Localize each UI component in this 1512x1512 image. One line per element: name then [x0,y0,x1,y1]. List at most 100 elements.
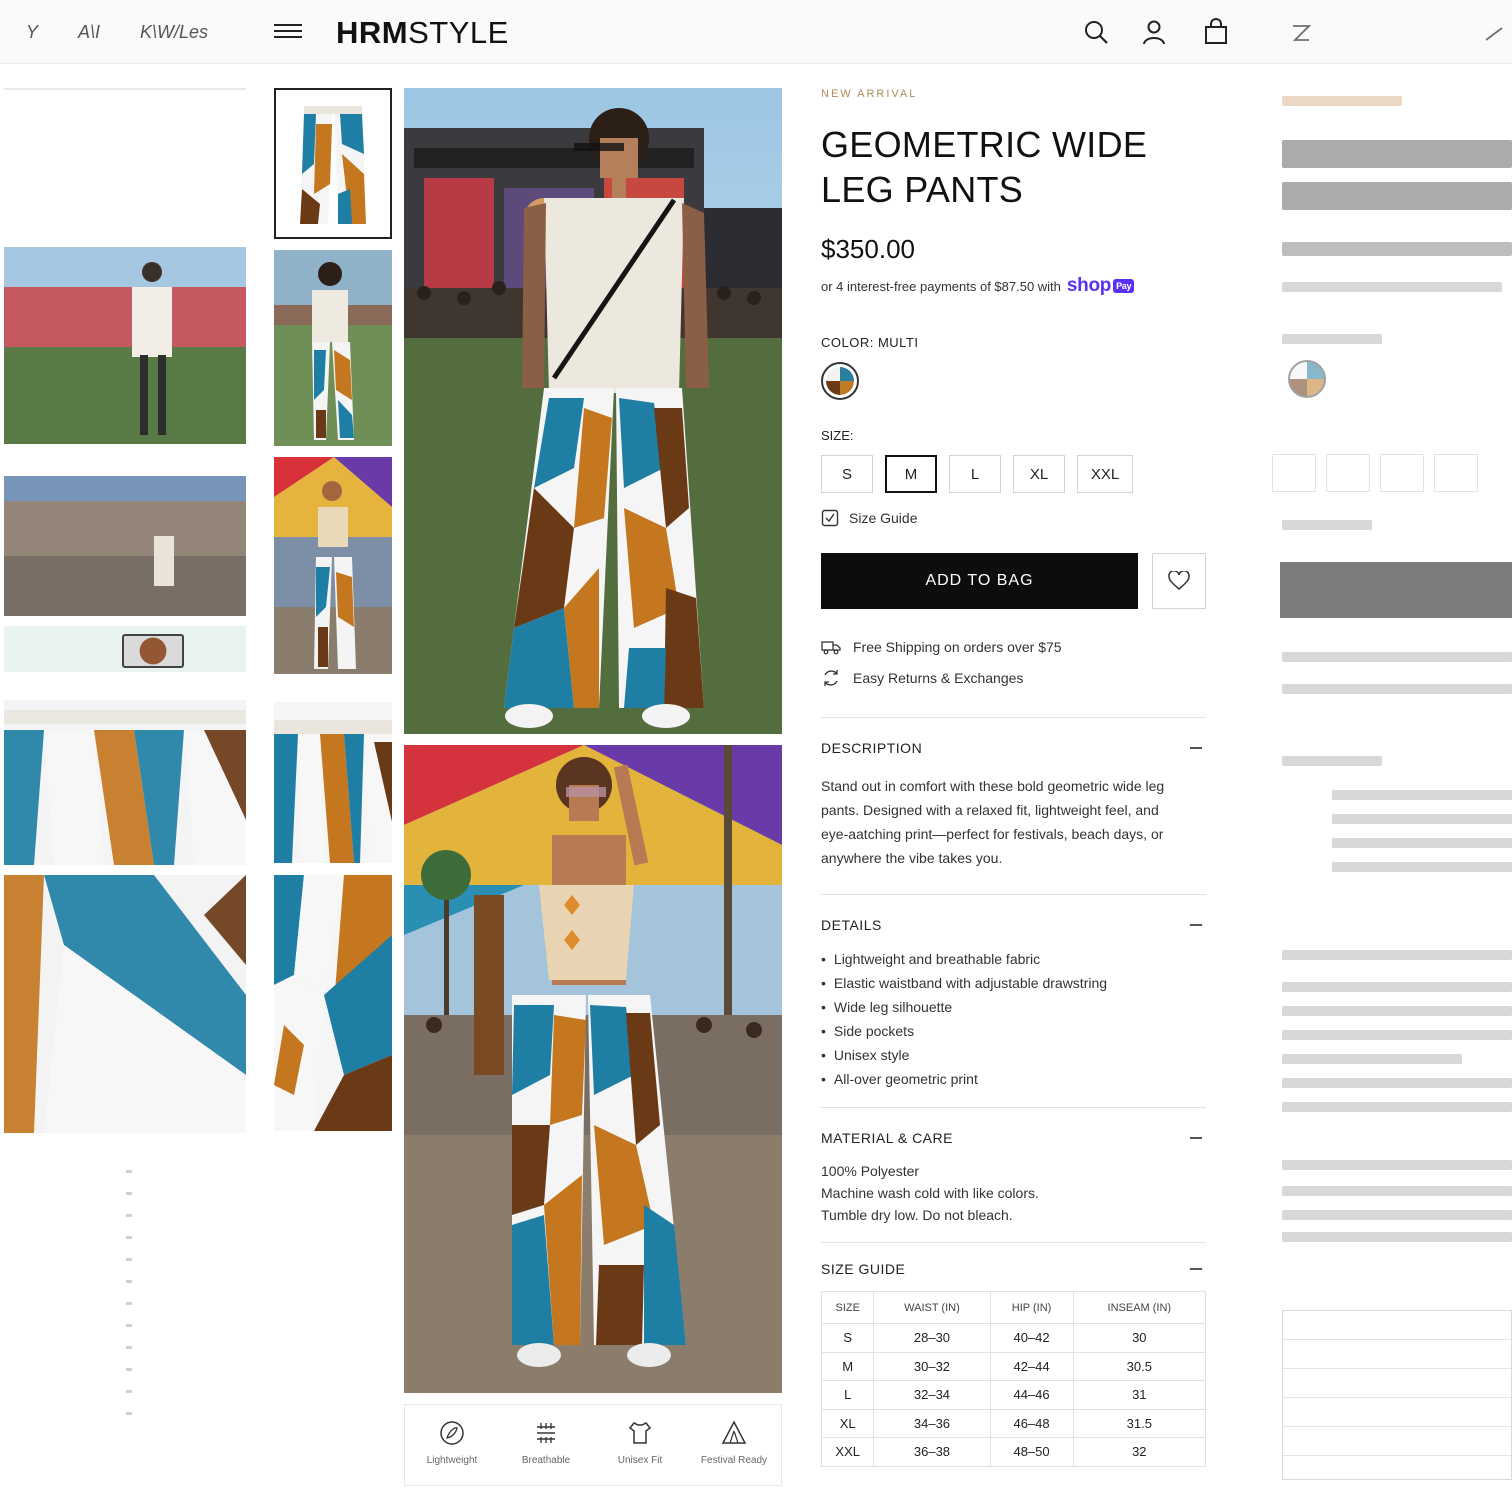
table-cell: 42–44 [989,1351,1074,1381]
new-arrival-tag: NEW ARRIVAL [821,88,918,100]
size-guide-label: Size Guide [849,510,918,526]
list-item: All-over geometric print [821,1067,1206,1091]
table-cell: 34–36 [873,1408,991,1438]
table-row: XXL 36–38 48–50 32 [820,1437,1207,1467]
account-icon[interactable] [1140,18,1168,46]
feature-label: Unisex Fit [617,1455,663,1466]
table-header: WAIST (IN) [873,1291,991,1324]
installments-info: or 4 interest-free payments of $87.50 wi… [821,275,1206,297]
ghost-nav-item: Y [26,22,39,42]
ghost-panel-right [1262,70,1512,1512]
perk-returns: Easy Returns & Exchanges [821,669,1206,687]
description-text: Stand out in comfort with these bold geo… [821,778,1165,866]
heart-icon [1168,571,1190,590]
wishlist-button[interactable] [1152,553,1206,609]
feature-label: Festival Ready [700,1455,768,1466]
table-cell: L [820,1380,875,1410]
size-option-m[interactable]: M [885,455,937,493]
details-list: Lightweight and breathable fabric Elasti… [821,947,1206,1091]
table-cell: 44–46 [989,1380,1074,1410]
thumbnail-male-model[interactable] [274,250,392,446]
care-line: 100% Polyester [821,1163,920,1179]
thumbnail-female-model[interactable] [274,457,392,674]
site-header: Y A\I K\W/Les HRMSTYLE [0,0,1512,64]
table-header-row: SIZE WAIST (IN) HIP (IN) INSEAM (IN) [820,1291,1207,1324]
size-guide-table: SIZE WAIST (IN) HIP (IN) INSEAM (IN) S 2… [820,1291,1207,1467]
size-guide-toggle[interactable]: SIZE GUIDE [821,1261,1206,1277]
ghost-photo [4,875,246,1133]
search-icon[interactable] [1082,18,1110,46]
main-product-photo-female[interactable] [404,745,782,1393]
table-cell: 30.5 [1072,1351,1207,1381]
ghost-nav-item: K\W/Les [140,22,209,42]
table-cell: XXL [820,1437,875,1467]
installments-text: or 4 interest-free payments of $87.50 wi… [821,278,1061,294]
truck-icon [821,641,841,655]
thumbnail-detail-waist[interactable] [274,702,392,863]
ghost-gallery-left [0,70,250,1512]
size-option-xxl[interactable]: XXL [1077,455,1133,493]
table-row: XL 34–36 46–48 31.5 [820,1408,1207,1438]
list-item: Unisex style [821,1043,1206,1067]
feature-item: Breathable [499,1405,593,1485]
ghost-swatch-row [4,626,246,672]
hamburger-menu-icon[interactable] [274,20,302,44]
ghost-photo [4,700,246,865]
feature-label: Breathable [521,1455,571,1466]
table-cell: M [820,1351,875,1381]
size-guide-section: SIZE GUIDE SIZE WAIST (IN) HIP (IN) INSE… [820,1242,1207,1467]
list-item: Elastic waistband with adjustable drawst… [821,971,1206,995]
product-title: GEOMETRIC WIDE LEG PANTS [821,124,1148,210]
size-option-l[interactable]: L [949,455,1001,493]
shop-pay-logo[interactable]: shop Pay [1067,275,1135,297]
table-header: SIZE [820,1291,875,1324]
site-logo[interactable]: HRMSTYLE [336,15,509,51]
minus-icon [1190,1137,1202,1139]
festival-tent-icon [721,1420,747,1444]
size-option-s[interactable]: S [821,455,873,493]
care-line: Tumble dry low. Do not bleach. [821,1207,1013,1223]
description-toggle[interactable]: DESCRIPTION [821,740,1206,756]
table-header: INSEAM (IN) [1072,1291,1207,1324]
care-toggle[interactable]: MATERIAL & CARE [821,1130,1206,1146]
product-price: $350.00 [821,234,915,264]
shopping-bag-icon[interactable] [1202,18,1230,46]
list-item: Lightweight and breathable fabric [821,947,1206,971]
ghost-photo [4,476,246,616]
description-section: DESCRIPTION Stand out in comfort with th… [821,717,1206,870]
size-option-xl[interactable]: XL [1013,455,1065,493]
size-guide-link[interactable]: Size Guide [821,509,1206,527]
color-label: COLOR: MULTI [821,335,919,350]
minus-icon [1190,1268,1202,1270]
details-section: DETAILS Lightweight and breathable fabri… [821,894,1206,1091]
table-cell: XL [820,1408,875,1438]
features-bar: Lightweight Breathable Unisex Fit Festiv… [404,1404,782,1486]
color-swatch-multi[interactable] [821,362,859,400]
feature-label: Lightweight [426,1455,478,1466]
perk-returns-text: Easy Returns & Exchanges [853,670,1024,686]
table-row: M 30–32 42–44 30.5 [820,1351,1207,1381]
main-product-photo-male[interactable] [404,88,782,734]
purchase-row: ADD TO BAG [821,553,1206,609]
thumbnail-detail-print[interactable] [274,875,392,1131]
table-cell: 48–50 [989,1437,1074,1467]
minus-icon [1190,924,1202,926]
ghost-icon [1482,18,1510,46]
table-row: S 28–30 40–42 30 [820,1323,1207,1353]
product-panel: NEW ARRIVAL GEOMETRIC WIDE LEG PANTS $35… [820,88,1207,1467]
feature-item: Unisex Fit [593,1405,687,1485]
details-toggle[interactable]: DETAILS [821,917,1206,933]
care-text: 100% Polyester Machine wash cold with li… [821,1160,1206,1226]
table-cell: S [820,1323,875,1353]
breathable-icon [537,1423,555,1443]
table-cell: 40–42 [989,1323,1074,1353]
perk-shipping: Free Shipping on orders over $75 [821,639,1206,655]
ghost-icon [1287,18,1315,46]
minus-icon [1190,747,1202,749]
thumbnail-pants[interactable] [274,88,392,239]
table-cell: 31.5 [1072,1408,1207,1438]
add-to-bag-button[interactable]: ADD TO BAG [821,553,1138,609]
table-row: L 32–34 44–46 31 [820,1380,1207,1410]
table-cell: 31 [1072,1380,1207,1410]
table-cell: 32–34 [873,1380,991,1410]
